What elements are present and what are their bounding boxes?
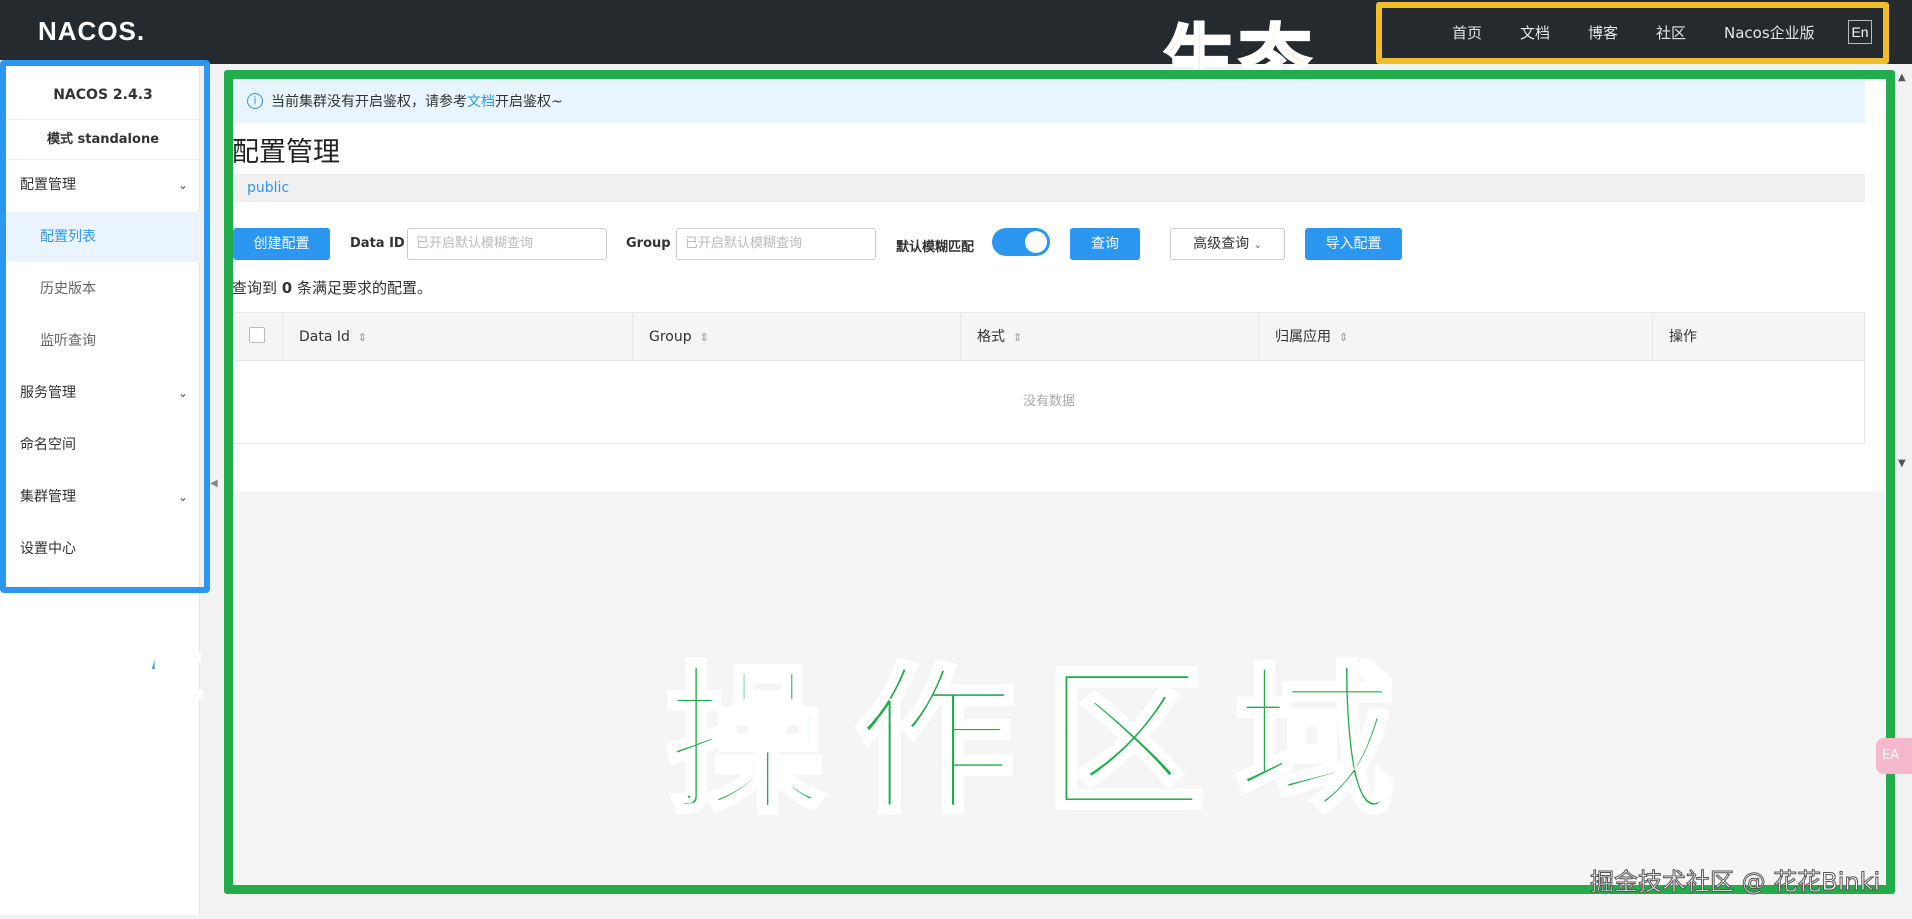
language-toggle-button[interactable]: En: [1848, 20, 1872, 44]
nav-docs-link[interactable]: 文档: [1520, 22, 1550, 43]
scroll-down-arrow-icon[interactable]: ▼: [1898, 458, 1906, 469]
sidebar-highlight-box: [0, 60, 210, 593]
watermark: 掘金技术社区 @ 花花Binki: [1589, 868, 1881, 897]
nacos-logo[interactable]: NACOS.: [38, 16, 145, 47]
nav-community-link[interactable]: 社区: [1656, 22, 1686, 43]
sidebar-collapse-handle[interactable]: ◀: [210, 478, 218, 489]
nav-enterprise-link[interactable]: Nacos企业版: [1724, 22, 1815, 43]
nav-blog-link[interactable]: 博客: [1588, 22, 1618, 43]
menu-annotation: 菜单栏: [3, 636, 208, 713]
floating-side-tab[interactable]: EA: [1876, 738, 1912, 774]
scroll-up-arrow-icon[interactable]: ▲: [1898, 72, 1906, 83]
operation-area-annotation: 操作区域: [662, 646, 1426, 838]
nav-home-link[interactable]: 首页: [1452, 22, 1482, 43]
